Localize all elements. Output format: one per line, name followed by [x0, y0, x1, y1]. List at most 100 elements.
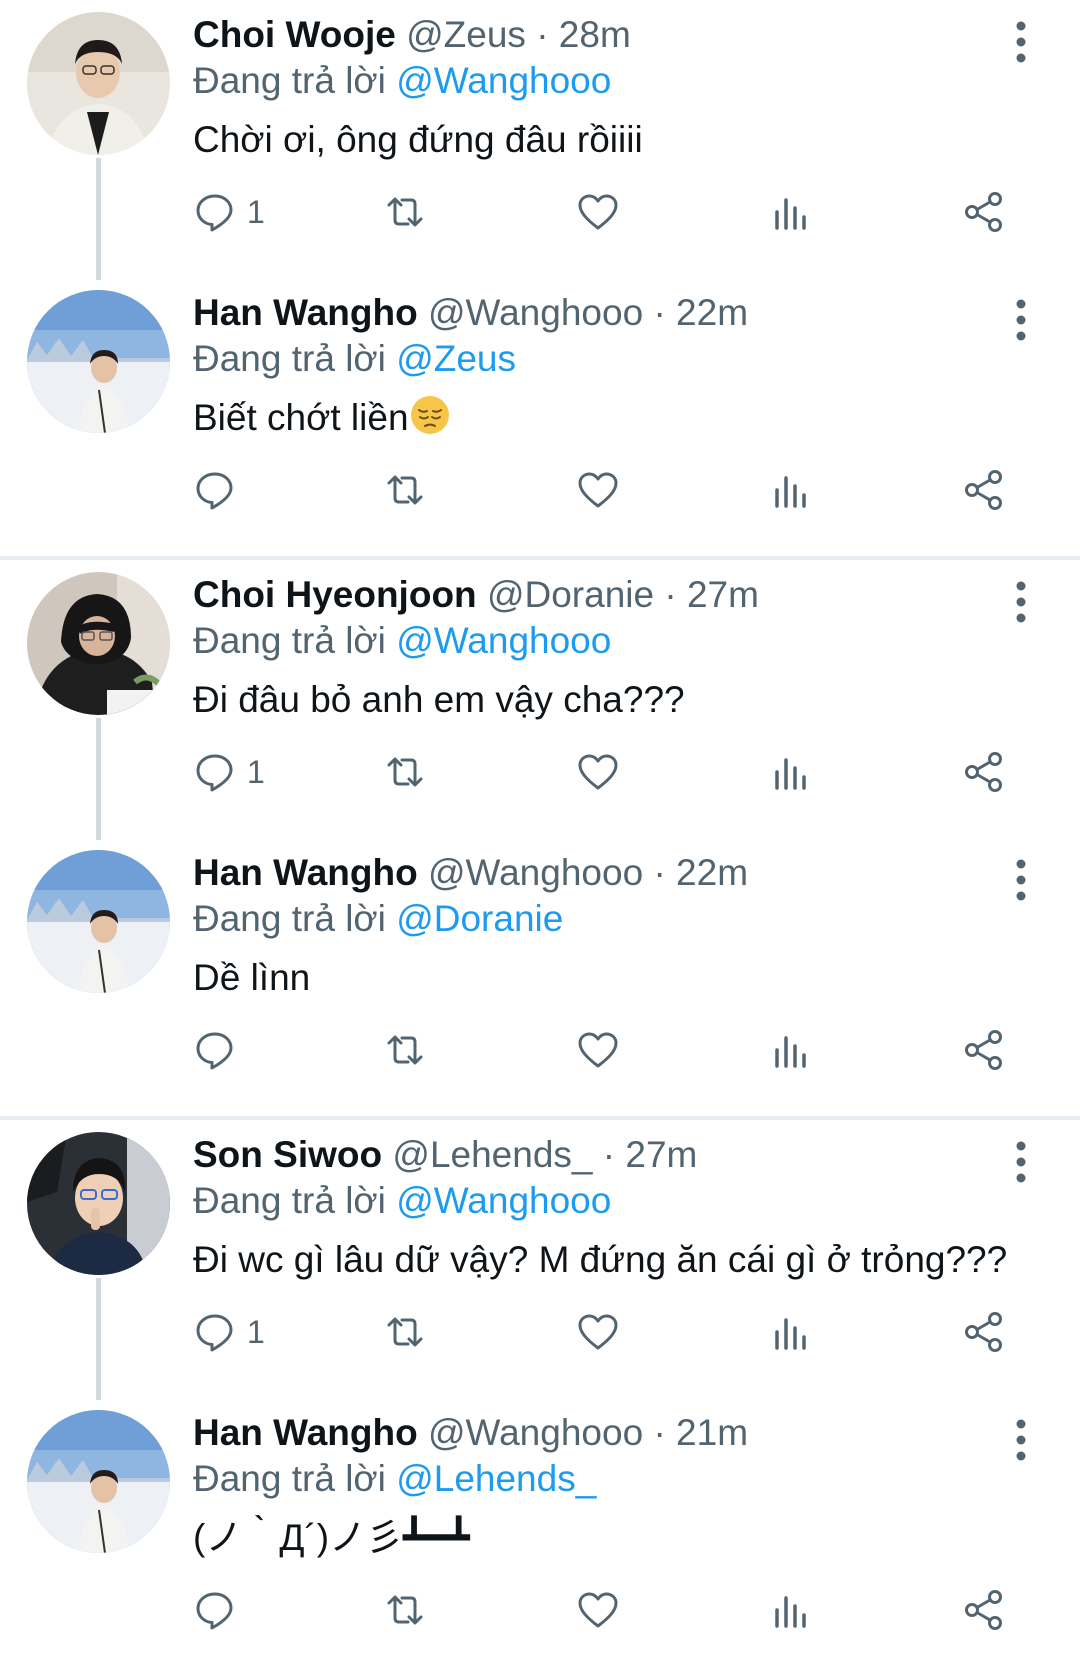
separator-dot: · [653, 1412, 666, 1453]
tweet-content: Han Wangho @Wanghooo · 21m Đang trả lời … [193, 1410, 1040, 1562]
separator-dot: · [536, 14, 549, 55]
share-icon [965, 1590, 1002, 1630]
retweet-button[interactable] [383, 742, 427, 802]
views-button[interactable] [769, 1302, 813, 1362]
share-button[interactable] [962, 1580, 1006, 1640]
timestamp[interactable]: 21m [676, 1412, 748, 1453]
reply-icon [196, 194, 233, 232]
avatar[interactable] [27, 290, 170, 433]
like-button[interactable] [576, 742, 620, 802]
share-button[interactable] [962, 1302, 1006, 1362]
display-name[interactable]: Choi Wooje [193, 14, 396, 55]
reply-button[interactable]: 1 [193, 1302, 265, 1362]
more-icon[interactable] [1014, 20, 1028, 64]
share-button[interactable] [962, 1020, 1006, 1080]
share-button[interactable] [962, 460, 1006, 520]
timestamp[interactable]: 22m [676, 292, 748, 333]
tweet[interactable]: Han Wangho @Wanghooo · 22m Đang trả lời … [0, 278, 1080, 556]
like-button[interactable] [576, 460, 620, 520]
more-icon[interactable] [1014, 1140, 1028, 1184]
tweet[interactable]: Choi Wooje @Zeus · 28m Đang trả lời @Wan… [0, 0, 1080, 280]
views-button[interactable] [769, 182, 813, 242]
action-bar [193, 1020, 1040, 1080]
replying-to-label: Đang trả lời [193, 620, 386, 661]
mention-link[interactable]: @Zeus [396, 338, 516, 379]
retweet-button[interactable] [383, 1580, 427, 1640]
retweet-button[interactable] [383, 1302, 427, 1362]
user-handle[interactable]: @Lehends_ [392, 1134, 592, 1175]
like-button[interactable] [576, 182, 620, 242]
tweet[interactable]: Choi Hyeonjoon @Doranie · 27m Đang trả l… [0, 560, 1080, 840]
action-bar: 1 [193, 182, 1040, 242]
reply-button[interactable]: 1 [193, 182, 265, 242]
reply-button[interactable] [193, 460, 247, 520]
action-bar [193, 1580, 1040, 1640]
tweet-text: Dề lìnn [193, 957, 311, 998]
tweet-header: Choi Hyeonjoon @Doranie · 27m [193, 572, 1040, 618]
views-icon [775, 476, 806, 508]
share-icon [965, 752, 1002, 792]
avatar[interactable] [27, 1410, 170, 1553]
user-handle[interactable]: @Zeus [406, 14, 526, 55]
more-icon[interactable] [1014, 298, 1028, 342]
reply-button[interactable]: 1 [193, 742, 265, 802]
reply-count: 1 [247, 1313, 265, 1350]
reply-icon [196, 1592, 233, 1630]
timestamp[interactable]: 28m [559, 14, 631, 55]
retweet-button[interactable] [383, 182, 427, 242]
avatar[interactable] [27, 1132, 170, 1275]
mention-link[interactable]: @Lehends_ [396, 1458, 596, 1499]
display-name[interactable]: Son Siwoo [193, 1134, 382, 1175]
like-icon [578, 194, 618, 230]
tweet-content: Han Wangho @Wanghooo · 22m Đang trả lời … [193, 850, 1040, 1002]
display-name[interactable]: Han Wangho [193, 292, 418, 333]
views-button[interactable] [769, 460, 813, 520]
like-button[interactable] [576, 1020, 620, 1080]
avatar[interactable] [27, 850, 170, 993]
tweet-content: Han Wangho @Wanghooo · 22m Đang trả lời … [193, 290, 1040, 442]
replying-to: Đang trả lời @Wanghooo [193, 1178, 1040, 1224]
tweet-header: Son Siwoo @Lehends_ · 27m [193, 1132, 1040, 1178]
thread: Choi Hyeonjoon @Doranie · 27m Đang trả l… [0, 560, 1080, 1116]
retweet-button[interactable] [383, 1020, 427, 1080]
user-handle[interactable]: @Wanghooo [428, 1412, 643, 1453]
views-icon [775, 1596, 806, 1628]
tweet[interactable]: Han Wangho @Wanghooo · 21m Đang trả lời … [0, 1398, 1080, 1676]
retweet-icon [387, 1317, 423, 1347]
like-button[interactable] [576, 1302, 620, 1362]
avatar[interactable] [27, 12, 170, 155]
mention-link[interactable]: @Wanghooo [396, 60, 611, 101]
more-icon[interactable] [1014, 1418, 1028, 1462]
user-handle[interactable]: @Wanghooo [428, 852, 643, 893]
separator-dot: · [664, 574, 677, 615]
reply-icon [196, 1032, 233, 1070]
more-icon[interactable] [1014, 580, 1028, 624]
views-icon [775, 758, 806, 790]
views-button[interactable] [769, 1580, 813, 1640]
tweet[interactable]: Son Siwoo @Lehends_ · 27m Đang trả lời @… [0, 1120, 1080, 1400]
mention-link[interactable]: @Wanghooo [396, 1180, 611, 1221]
user-handle[interactable]: @Wanghooo [428, 292, 643, 333]
user-handle[interactable]: @Doranie [487, 574, 654, 615]
mention-link[interactable]: @Doranie [396, 898, 563, 939]
mention-link[interactable]: @Wanghooo [396, 620, 611, 661]
avatar[interactable] [27, 572, 170, 715]
display-name[interactable]: Choi Hyeonjoon [193, 574, 477, 615]
more-icon[interactable] [1014, 858, 1028, 902]
tweet-header: Han Wangho @Wanghooo · 22m [193, 290, 1040, 336]
tweet[interactable]: Han Wangho @Wanghooo · 22m Đang trả lời … [0, 838, 1080, 1116]
timestamp[interactable]: 27m [625, 1134, 697, 1175]
like-button[interactable] [576, 1580, 620, 1640]
retweet-button[interactable] [383, 460, 427, 520]
reply-button[interactable] [193, 1020, 247, 1080]
reply-button[interactable] [193, 1580, 247, 1640]
timestamp[interactable]: 22m [676, 852, 748, 893]
tweet-content: Choi Wooje @Zeus · 28m Đang trả lời @Wan… [193, 12, 1040, 164]
views-button[interactable] [769, 742, 813, 802]
views-button[interactable] [769, 1020, 813, 1080]
share-button[interactable] [962, 742, 1006, 802]
share-button[interactable] [962, 182, 1006, 242]
display-name[interactable]: Han Wangho [193, 852, 418, 893]
timestamp[interactable]: 27m [687, 574, 759, 615]
display-name[interactable]: Han Wangho [193, 1412, 418, 1453]
